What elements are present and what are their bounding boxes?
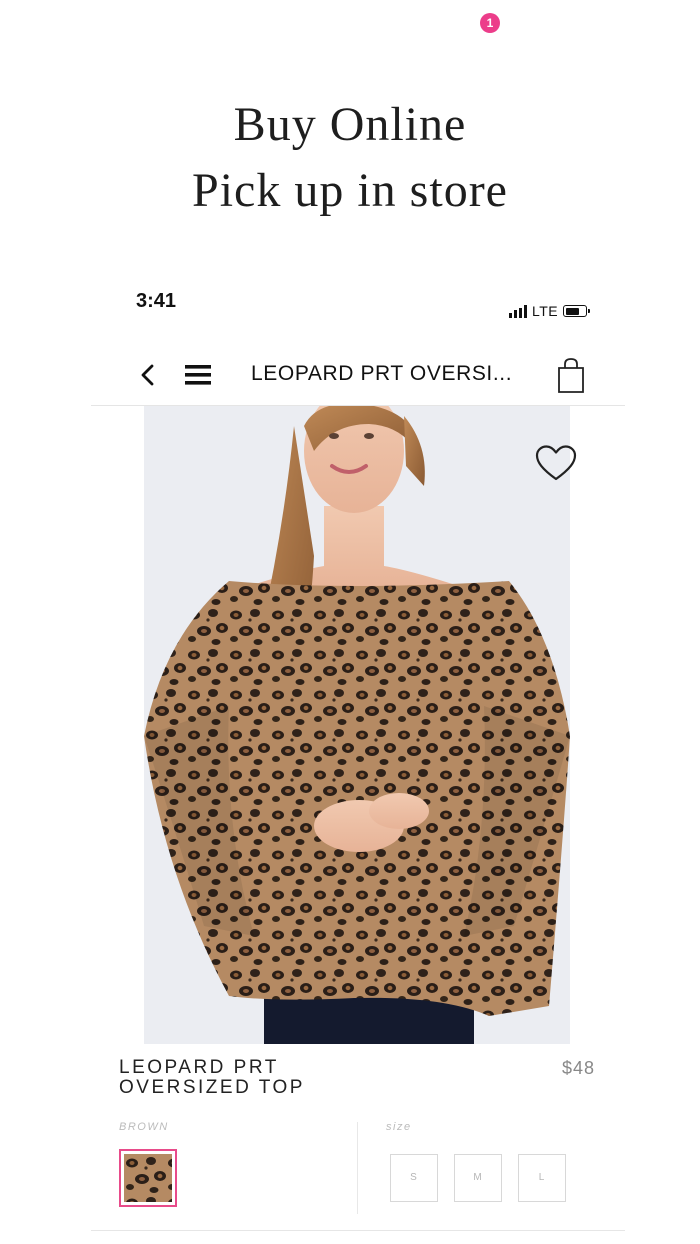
back-button[interactable] xyxy=(137,361,159,389)
heart-outline-icon xyxy=(535,445,577,481)
options-divider xyxy=(357,1122,358,1214)
network-type: LTE xyxy=(532,303,559,319)
size-label: size xyxy=(386,1121,412,1133)
color-label: BROWN xyxy=(119,1121,169,1133)
chevron-left-icon xyxy=(141,364,154,386)
battery-icon xyxy=(563,305,591,317)
leopard-swatch xyxy=(124,1154,172,1202)
product-name-line-1: LEOPARD PRT xyxy=(119,1057,279,1078)
signal-bars-icon xyxy=(509,304,527,318)
favorite-button[interactable] xyxy=(534,444,578,484)
size-option-m[interactable]: M xyxy=(454,1154,502,1202)
shopping-bag-icon xyxy=(558,358,584,393)
page-title: LEOPARD PRT OVERSI... xyxy=(251,362,513,385)
status-time: 3:41 xyxy=(136,290,177,312)
promo-headline: Buy Online Pick up in store xyxy=(0,92,700,224)
section-divider xyxy=(91,1230,625,1231)
size-option-l[interactable]: L xyxy=(518,1154,566,1202)
promo-line-1: Buy Online xyxy=(233,98,467,151)
navigation-bar: LEOPARD PRT OVERSI... xyxy=(91,345,625,406)
cart-count-badge: 1 xyxy=(480,13,500,33)
product-name: LEOPARD PRT OVERSIZED TOP xyxy=(119,1058,379,1098)
hamburger-menu-icon xyxy=(185,365,211,385)
product-price: $48 xyxy=(561,1058,595,1078)
leopard-print-top-illustration xyxy=(144,406,570,1044)
menu-button[interactable] xyxy=(184,362,212,388)
size-option-s[interactable]: S xyxy=(390,1154,438,1202)
promo-line-2: Pick up in store xyxy=(192,164,508,217)
product-photo[interactable] xyxy=(144,406,570,1044)
color-swatch-brown[interactable] xyxy=(119,1149,177,1207)
status-indicators: LTE xyxy=(509,303,591,319)
cart-button[interactable] xyxy=(555,356,591,394)
product-name-line-2: OVERSIZED TOP xyxy=(119,1077,305,1098)
